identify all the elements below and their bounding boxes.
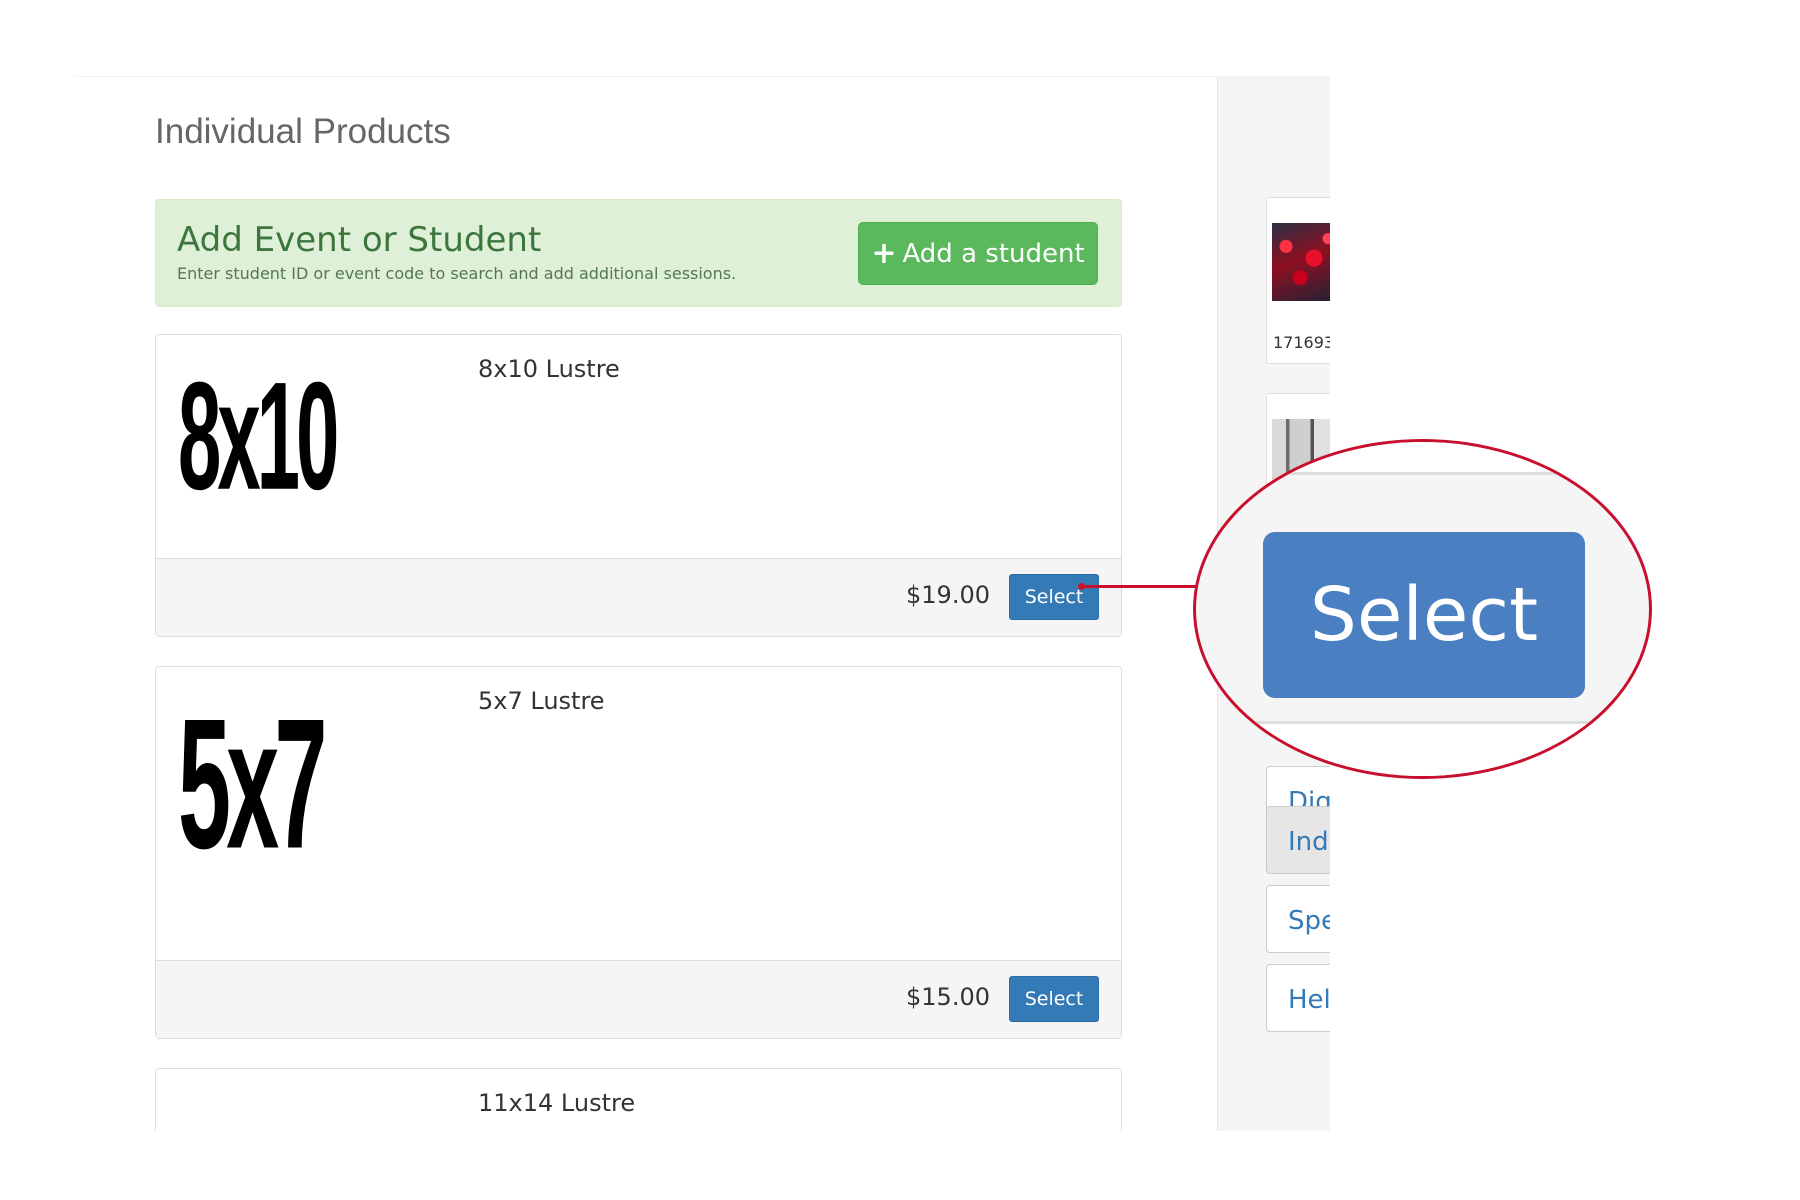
callout-magnifier: Select <box>1193 439 1652 779</box>
callout-select-button: Select <box>1263 532 1585 698</box>
session-thumbnail[interactable]: 171693 <box>1266 197 1330 364</box>
sidebar-link-label: Indi <box>1288 827 1330 857</box>
page-title: Individual Products <box>155 112 451 151</box>
plus-icon: + <box>871 235 897 271</box>
product-name: 5x7 Lustre <box>478 687 605 715</box>
session-id: 171693 <box>1273 333 1330 352</box>
product-footer: $15.00 Select <box>156 960 1121 1038</box>
sidebar-link-label: Spe <box>1288 906 1330 936</box>
product-name: 8x10 Lustre <box>478 355 620 383</box>
product-card: 11x14 Lustre <box>155 1068 1122 1131</box>
screenshot: Individual Products Add Event or Student… <box>0 0 1800 1200</box>
select-button[interactable]: Select <box>1009 976 1099 1022</box>
product-price: $15.00 <box>906 983 990 1011</box>
callout-background <box>1196 442 1649 475</box>
product-thumbnail: 8x10 <box>178 350 339 523</box>
session-photo <box>1272 223 1330 301</box>
select-button[interactable]: Select <box>1009 574 1099 620</box>
sidebar-link-special[interactable]: Spe <box>1266 885 1330 953</box>
sidebar-link-label: Hel <box>1288 985 1330 1015</box>
add-event-panel: Add Event or Student Enter student ID or… <box>155 199 1122 307</box>
product-footer: $19.00 Select <box>156 558 1121 636</box>
product-thumbnail: 5x7 <box>178 680 327 888</box>
add-panel-title: Add Event or Student <box>177 220 542 260</box>
callout-background <box>1196 721 1649 776</box>
add-panel-subtitle: Enter student ID or event code to search… <box>177 264 737 283</box>
add-student-button[interactable]: + Add a student <box>858 222 1098 285</box>
product-card: 8x10 8x10 Lustre $19.00 Select <box>155 334 1122 637</box>
sidebar-link-help[interactable]: Hel <box>1266 964 1330 1032</box>
add-student-label: Add a student <box>902 238 1085 269</box>
callout-pointer-line <box>1082 585 1197 588</box>
product-price: $19.00 <box>906 581 990 609</box>
product-card: 5x7 5x7 Lustre $15.00 Select <box>155 666 1122 1039</box>
sidebar-link-individual[interactable]: Indi <box>1266 806 1330 874</box>
product-name: 11x14 Lustre <box>478 1089 636 1117</box>
